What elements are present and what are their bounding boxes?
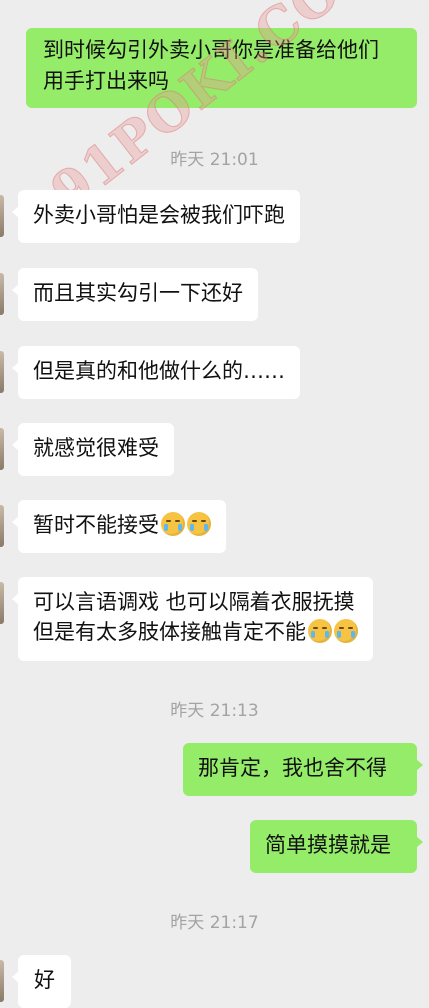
message-bubble-incoming[interactable]: 外卖小哥怕是会被我们吓跑 xyxy=(12,190,300,243)
face-with-tears-emoji xyxy=(308,619,332,643)
message-line: 到时候勾引外卖小哥你是准备给他们 xyxy=(43,38,379,62)
avatar[interactable] xyxy=(0,195,4,237)
message-line: 可以言语调戏 也可以隔着衣服抚摸 xyxy=(33,590,355,614)
face-with-tears-emoji xyxy=(187,512,211,536)
message-bubble-incoming[interactable]: 就感觉很难受 xyxy=(12,423,174,476)
face-with-tears-emoji xyxy=(161,512,185,536)
avatar[interactable] xyxy=(0,273,4,315)
avatar[interactable] xyxy=(0,428,4,470)
message-bubble-incoming[interactable]: 好 xyxy=(12,955,71,1008)
timestamp: 昨天 21:01 xyxy=(170,150,259,170)
message-line: 用手打出来吗 xyxy=(43,69,169,93)
chat-window: 到时候勾引外卖小哥你是准备给他们 用手打出来吗 91POKI.COM 昨天 21… xyxy=(0,0,429,1008)
message-bubble-incoming[interactable]: 而且其实勾引一下还好 xyxy=(12,268,258,321)
message-bubble-incoming[interactable]: 但是真的和他做什么的…… xyxy=(12,346,300,399)
timestamp: 昨天 21:17 xyxy=(170,913,259,933)
avatar[interactable] xyxy=(0,505,4,547)
avatar[interactable] xyxy=(0,960,4,1002)
message-bubble-incoming[interactable]: 暂时不能接受 xyxy=(12,500,226,553)
timestamp: 昨天 21:13 xyxy=(170,701,259,721)
message-bubble-outgoing[interactable]: 到时候勾引外卖小哥你是准备给他们 用手打出来吗 xyxy=(26,28,417,108)
message-line: 但是有太多肢体接触肯定不能 xyxy=(33,620,306,644)
message-bubble-outgoing[interactable]: 那肯定，我也舍不得 xyxy=(183,743,423,796)
message-bubble-outgoing[interactable]: 简单摸摸就是 xyxy=(250,820,423,873)
avatar[interactable] xyxy=(0,351,4,393)
avatar[interactable] xyxy=(0,582,4,624)
message-text: 暂时不能接受 xyxy=(33,513,159,537)
face-with-tears-emoji xyxy=(334,619,358,643)
message-bubble-incoming[interactable]: 可以言语调戏 也可以隔着衣服抚摸 但是有太多肢体接触肯定不能 xyxy=(12,577,373,661)
